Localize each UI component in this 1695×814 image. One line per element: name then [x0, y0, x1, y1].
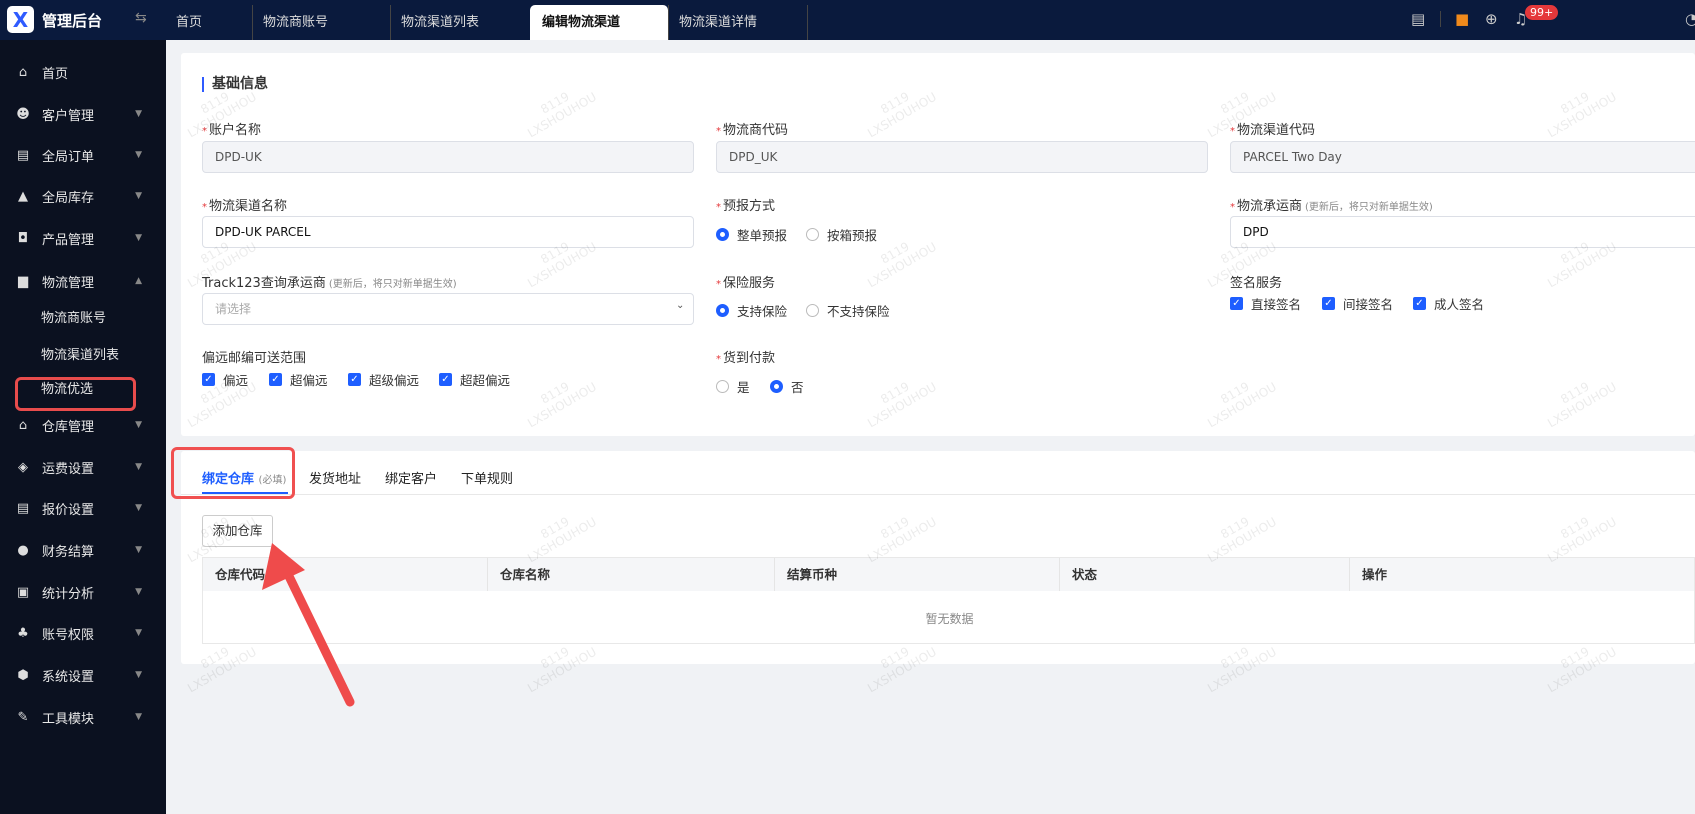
red-arrow-annotation — [262, 543, 355, 707]
